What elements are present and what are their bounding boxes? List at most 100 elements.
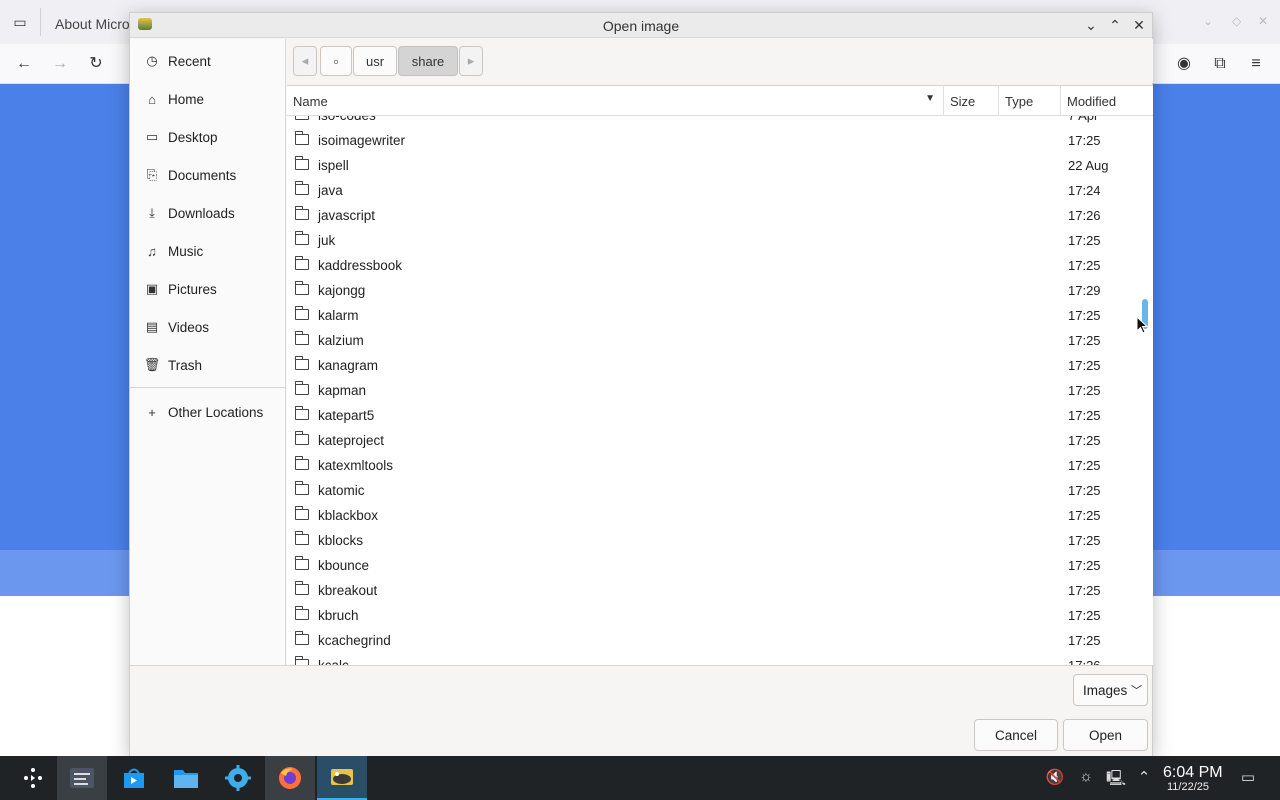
table-row[interactable]: katomic 17:25: [287, 479, 1153, 504]
sidebar-item-home[interactable]: ⌂ Home: [130, 80, 286, 118]
column-type[interactable]: Type: [999, 86, 1061, 116]
sidebar-item-documents[interactable]: ⎘ Documents: [130, 156, 286, 194]
system-settings-icon[interactable]: [57, 756, 107, 800]
column-size[interactable]: Size: [944, 86, 999, 116]
table-row[interactable]: kcachegrind 17:25: [287, 629, 1153, 654]
reload-icon[interactable]: ↻: [86, 54, 106, 74]
folder-icon: [295, 231, 309, 245]
show-desktop-icon[interactable]: ▭: [1238, 768, 1258, 786]
file-name: kbounce: [318, 558, 370, 573]
sidebar-item-trash[interactable]: 🗑 Trash: [130, 346, 286, 384]
table-row[interactable]: kbreakout 17:25: [287, 579, 1153, 604]
table-row[interactable]: katepart5 17:25: [287, 404, 1153, 429]
maximize-button[interactable]: ⌃: [1106, 16, 1124, 34]
table-row[interactable]: kaddressbook 17:25: [287, 254, 1153, 279]
clock-icon: ◷: [146, 53, 158, 68]
file-name: java: [318, 183, 343, 198]
dialog-title: Open image: [602, 18, 680, 34]
browser-close-icon[interactable]: ✕: [1258, 14, 1268, 28]
discover-icon[interactable]: [109, 756, 159, 800]
table-row[interactable]: iso-codes 7 Apr: [287, 116, 1153, 129]
sidebar-item-desktop[interactable]: ▭ Desktop: [130, 118, 286, 156]
dialog-footer: Images ﹀ Cancel Open: [130, 665, 1152, 757]
cancel-button[interactable]: Cancel: [974, 719, 1058, 751]
table-row[interactable]: javascript 17:26: [287, 204, 1153, 229]
network-icon[interactable]: 🖳: [1106, 768, 1126, 793]
tab-overview-icon[interactable]: ▭: [10, 12, 30, 32]
open-button[interactable]: Open: [1063, 719, 1148, 751]
folder-icon: [295, 606, 309, 620]
image-viewer-icon[interactable]: [317, 756, 367, 800]
volume-muted-icon[interactable]: 🔇: [1045, 768, 1065, 786]
file-modified: 17:25: [1068, 433, 1101, 448]
folder-icon: [295, 381, 309, 395]
path-segment-usr[interactable]: usr: [353, 46, 397, 76]
table-row[interactable]: ispell 22 Aug: [287, 154, 1153, 179]
table-row[interactable]: java 17:24: [287, 179, 1153, 204]
table-row[interactable]: kblackbox 17:25: [287, 504, 1153, 529]
clock-date[interactable]: 11/22/25: [1167, 781, 1209, 793]
back-icon[interactable]: ←: [14, 54, 34, 74]
file-modified: 17:25: [1068, 408, 1101, 423]
sort-descending-icon: ▼: [925, 93, 935, 104]
folder-icon: [295, 281, 309, 295]
browser-minimize-icon[interactable]: ⌄: [1203, 14, 1213, 28]
root-drive-button[interactable]: ▫: [320, 46, 352, 76]
table-row[interactable]: juk 17:25: [287, 229, 1153, 254]
table-row[interactable]: kateproject 17:25: [287, 429, 1153, 454]
sidebar-item-label: Other Locations: [168, 404, 264, 420]
column-name[interactable]: Name ▼: [287, 86, 944, 116]
sidebar-item-other-locations[interactable]: + Other Locations: [130, 393, 286, 431]
minimize-button[interactable]: ⌄: [1082, 16, 1100, 34]
file-modified: 17:26: [1068, 658, 1101, 665]
open-image-dialog: Open image ⌄ ⌃ ✕ ◷ Recent ⌂ Home ▭ Deskt…: [129, 12, 1153, 757]
account-icon[interactable]: ◉: [1174, 54, 1194, 74]
table-row[interactable]: kajongg 17:29: [287, 279, 1153, 304]
plus-icon: +: [148, 404, 156, 420]
menu-icon[interactable]: ≡: [1246, 54, 1266, 74]
sidebar-item-downloads[interactable]: ⤓ Downloads: [130, 194, 286, 232]
column-modified[interactable]: Modified: [1061, 86, 1153, 116]
sidebar-item-music[interactable]: ♫ Music: [130, 232, 286, 270]
path-scroll-right-button[interactable]: ▸: [459, 46, 483, 76]
path-segment-share[interactable]: share: [398, 46, 458, 76]
extensions-icon[interactable]: ⧉: [1210, 54, 1230, 74]
videos-icon: ▤: [145, 319, 159, 334]
file-name: kapman: [318, 383, 367, 398]
sidebar-item-pictures[interactable]: ▣ Pictures: [130, 270, 286, 308]
chevron-up-icon[interactable]: ⌃: [1134, 768, 1154, 786]
table-row[interactable]: kalarm 17:25: [287, 304, 1153, 329]
sidebar-item-videos[interactable]: ▤ Videos: [130, 308, 286, 346]
table-row[interactable]: kalzium 17:25: [287, 329, 1153, 354]
documents-icon: ⎘: [146, 167, 158, 182]
file-name: katexmltools: [318, 458, 394, 473]
close-button[interactable]: ✕: [1130, 16, 1148, 34]
table-row[interactable]: katexmltools 17:25: [287, 454, 1153, 479]
browser-maximize-icon[interactable]: ◇: [1232, 14, 1241, 28]
folder-icon: [295, 456, 309, 470]
file-name: juk: [318, 233, 336, 248]
table-row[interactable]: kbounce 17:25: [287, 554, 1153, 579]
clock-time[interactable]: 6:04 PM: [1163, 764, 1223, 782]
browser-tab-about[interactable]: About Micro: [40, 6, 140, 40]
file-name: katomic: [318, 483, 365, 498]
forward-icon[interactable]: →: [50, 54, 70, 74]
file-manager-icon[interactable]: [161, 756, 211, 800]
launcher-icon[interactable]: [8, 756, 58, 800]
table-row[interactable]: kblocks 17:25: [287, 529, 1153, 554]
table-row[interactable]: kcalc 17:26: [287, 654, 1153, 665]
brightness-icon[interactable]: ☼: [1076, 768, 1096, 785]
table-row[interactable]: kapman 17:25: [287, 379, 1153, 404]
file-name: kbruch: [318, 608, 359, 623]
table-row[interactable]: isoimagewriter 17:25: [287, 129, 1153, 154]
table-row[interactable]: kanagram 17:25: [287, 354, 1153, 379]
file-type-filter[interactable]: Images ﹀: [1073, 674, 1148, 706]
path-scroll-left-button[interactable]: ◂: [293, 46, 317, 76]
file-modified: 17:25: [1068, 608, 1101, 623]
file-name: kcachegrind: [318, 633, 391, 648]
firefox-icon[interactable]: [265, 756, 315, 800]
sidebar-item-recent[interactable]: ◷ Recent: [130, 42, 286, 80]
settings-gear-icon[interactable]: [213, 756, 263, 800]
file-name: kaddressbook: [318, 258, 403, 273]
table-row[interactable]: kbruch 17:25: [287, 604, 1153, 629]
